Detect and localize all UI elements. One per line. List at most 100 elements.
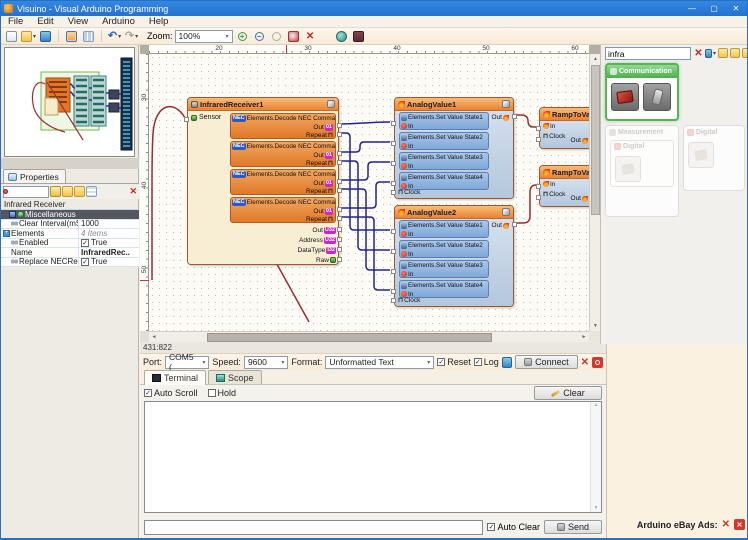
canvas-horizontal-scrollbar[interactable]: ◄ ► bbox=[149, 331, 589, 342]
speed-combobox[interactable]: 9600▾ bbox=[244, 356, 288, 369]
serial-tools-icon[interactable]: ✕ bbox=[581, 357, 589, 368]
scroll-down-icon[interactable]: ▼ bbox=[591, 505, 601, 511]
wrench-icon[interactable] bbox=[502, 100, 510, 108]
scrollbar-thumb[interactable] bbox=[207, 333, 492, 342]
in-pin[interactable] bbox=[391, 141, 396, 146]
repeat-pin[interactable] bbox=[337, 160, 342, 165]
menu-item-file[interactable]: File bbox=[1, 16, 30, 27]
component-ramp-to-value-1[interactable]: RampToValue In ⊓Clock Out bbox=[539, 107, 589, 149]
tab-terminal[interactable]: Terminal bbox=[144, 370, 206, 385]
component-analog-value-1[interactable]: AnalogValue1 Out Elements.Set Value Stat… bbox=[394, 97, 514, 199]
setvalue-element-2[interactable]: Elements.Set Value State2 In bbox=[399, 132, 489, 150]
scroll-up-icon[interactable]: ▲ bbox=[594, 402, 599, 408]
ads-close-icon[interactable]: ✕ bbox=[734, 519, 745, 530]
toggle-panels-button[interactable] bbox=[64, 29, 79, 43]
out-u32-pin[interactable] bbox=[337, 227, 342, 232]
in-pin[interactable] bbox=[391, 229, 396, 234]
new-category-button[interactable] bbox=[717, 47, 728, 59]
in-pin[interactable] bbox=[391, 289, 396, 294]
repeat-pin[interactable] bbox=[337, 216, 342, 221]
category-measurement[interactable]: Measurement Digital bbox=[605, 125, 679, 217]
redo-dropdown-icon[interactable]: ▾ bbox=[135, 33, 138, 40]
setvalue-element-1[interactable]: Elements.Set Value State1 In bbox=[399, 112, 489, 130]
setvalue-element-4[interactable]: Elements.Set Value State4 In bbox=[399, 280, 489, 298]
component-search-input[interactable] bbox=[605, 47, 691, 60]
log-file-icon[interactable] bbox=[502, 357, 512, 368]
collapse-all-icon[interactable] bbox=[74, 186, 85, 197]
out-pin[interactable] bbox=[337, 151, 342, 156]
pin-row-raw[interactable]: Raw bbox=[316, 255, 336, 265]
setvalue-element-4[interactable]: Elements.Set Value State4 In bbox=[399, 172, 489, 190]
toggle-grid-button[interactable] bbox=[81, 29, 96, 43]
delete-button[interactable]: ✕ bbox=[303, 29, 318, 43]
component-header[interactable]: RampToValue bbox=[540, 166, 589, 179]
connect-button[interactable]: Connect bbox=[515, 355, 578, 369]
in-pin-row[interactable]: In bbox=[540, 121, 589, 131]
menu-item-arduino[interactable]: Arduino bbox=[95, 16, 142, 27]
upload-button[interactable] bbox=[351, 29, 366, 43]
clock-pin-row[interactable]: ⊓Clock bbox=[398, 297, 420, 304]
component-header[interactable]: RampToValue bbox=[540, 108, 589, 121]
close-properties-icon[interactable]: ✕ bbox=[129, 186, 137, 197]
out-pin-row[interactable]: Out bbox=[492, 114, 509, 121]
property-row-enabled[interactable]: Enabled ✓True bbox=[1, 239, 139, 249]
category-digital[interactable]: Digital bbox=[683, 125, 745, 191]
expand-icon[interactable]: + bbox=[3, 230, 10, 237]
output-scrollbar[interactable]: ▲ ▼ bbox=[590, 402, 601, 512]
maximize-button[interactable]: ▢ bbox=[703, 1, 725, 16]
send-button[interactable]: Send bbox=[544, 520, 602, 534]
zoom-out-button[interactable]: − bbox=[252, 29, 267, 43]
property-value[interactable]: 1000 bbox=[79, 220, 139, 229]
checkbox-unchecked[interactable] bbox=[208, 389, 216, 397]
open-project-button[interactable]: ▾ bbox=[21, 29, 36, 43]
subcategory-digital[interactable]: Digital bbox=[610, 140, 674, 187]
property-category-row[interactable]: Miscellaneous bbox=[1, 210, 139, 220]
menu-item-edit[interactable]: Edit bbox=[30, 16, 60, 27]
out-pin[interactable] bbox=[512, 222, 517, 227]
in-pin[interactable] bbox=[536, 126, 541, 131]
component-header[interactable]: InfraredReceiver1 bbox=[188, 98, 338, 111]
clock-pin[interactable] bbox=[536, 195, 541, 200]
clock-pin-row[interactable]: ⊓Clock bbox=[398, 189, 420, 196]
out-pin[interactable] bbox=[337, 179, 342, 184]
property-row-name[interactable]: Name InfraredRec.. bbox=[1, 248, 139, 258]
open-dropdown-icon[interactable]: ▾ bbox=[33, 33, 36, 40]
ads-tools-icon[interactable]: ✕ bbox=[722, 519, 730, 530]
decode-element-1[interactable]: NECElements.Decode NEC Command1 Out01 Re… bbox=[230, 113, 336, 139]
zoom-fit-button[interactable] bbox=[269, 29, 284, 43]
expand-categories-button[interactable] bbox=[741, 47, 748, 59]
refresh-button[interactable] bbox=[286, 29, 301, 43]
collapse-categories-button[interactable] bbox=[729, 47, 740, 59]
property-row-replace-necrepeat[interactable]: Replace NECRepeat.. ✓True bbox=[1, 258, 139, 268]
in-pin[interactable] bbox=[391, 269, 396, 274]
checkbox-checked[interactable]: ✓ bbox=[144, 389, 152, 397]
sensor-pin[interactable] bbox=[184, 117, 189, 122]
wrench-icon[interactable] bbox=[502, 208, 510, 216]
component-analog-value-2[interactable]: AnalogValue2 Out Elements.Set Value Stat… bbox=[394, 205, 514, 307]
property-value[interactable]: InfraredRec.. bbox=[79, 248, 139, 257]
hold-checkbox[interactable]: Hold bbox=[208, 388, 237, 398]
clock-pin[interactable] bbox=[536, 137, 541, 142]
in-pin[interactable] bbox=[391, 249, 396, 254]
out-pin[interactable] bbox=[512, 114, 517, 119]
component-infrared-receiver-tool[interactable] bbox=[611, 83, 639, 111]
send-message-input[interactable] bbox=[144, 520, 483, 535]
wrench-icon[interactable] bbox=[327, 100, 335, 108]
menu-item-help[interactable]: Help bbox=[142, 16, 176, 27]
close-button[interactable]: ✕ bbox=[725, 1, 747, 16]
save-project-button[interactable] bbox=[38, 29, 53, 43]
checkbox-checked[interactable]: ✓ bbox=[81, 258, 89, 266]
pin-row-out[interactable]: OutU32 bbox=[312, 225, 336, 235]
out-pin-row[interactable]: Out bbox=[571, 195, 588, 202]
pin-row-datatype[interactable]: DataTypeI32 bbox=[298, 245, 336, 255]
property-row-clear-interval[interactable]: Clear Interval(mS)↻ 1000 bbox=[1, 220, 139, 230]
canvas-vertical-scrollbar[interactable]: ▲ ▼ bbox=[589, 54, 600, 331]
clock-pin[interactable] bbox=[391, 298, 396, 303]
component-header[interactable]: AnalogValue2 bbox=[395, 206, 513, 219]
property-row-elements[interactable]: +Elements 4 Items bbox=[1, 229, 139, 239]
filter-funnel-icon[interactable] bbox=[50, 186, 61, 197]
zoom-in-button[interactable]: + bbox=[235, 29, 250, 43]
design-canvas[interactable]: InfraredReceiver1 Sensor NECElements.Dec… bbox=[149, 54, 589, 331]
in-pin-row[interactable]: In bbox=[540, 179, 589, 189]
zoom-combobox[interactable]: 100%▾ bbox=[175, 30, 233, 43]
